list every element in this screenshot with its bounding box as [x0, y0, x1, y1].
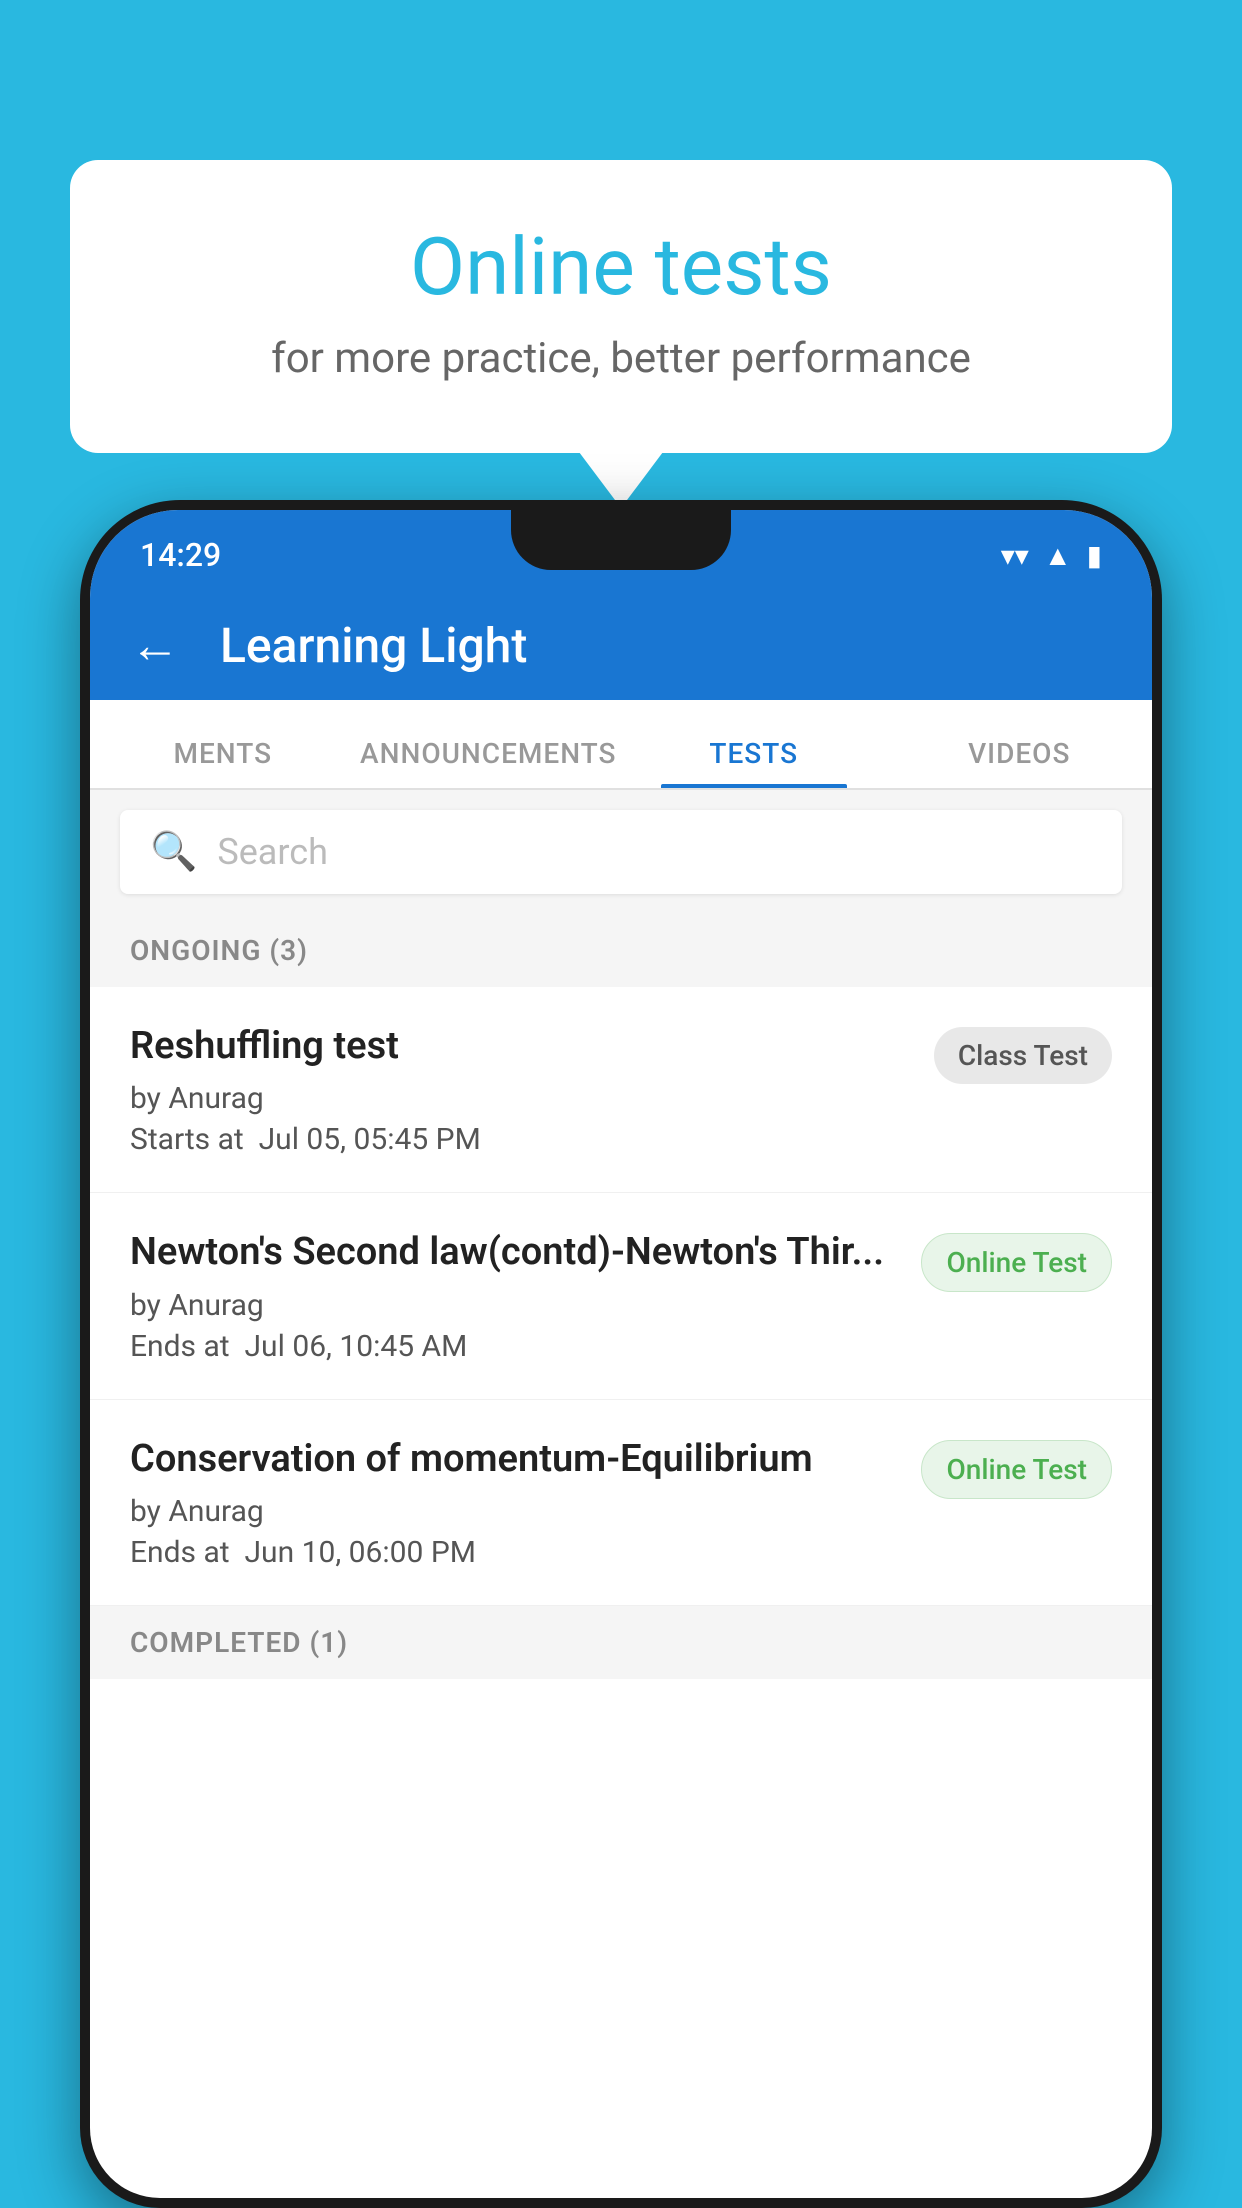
test-name-2: Newton's Second law(contd)-Newton's Thir…: [130, 1228, 901, 1277]
test-badge-2: Online Test: [921, 1233, 1112, 1292]
tabs-bar: MENTS ANNOUNCEMENTS TESTS VIDEOS: [90, 700, 1152, 790]
tab-ments[interactable]: MENTS: [90, 737, 356, 788]
notch: [511, 510, 731, 570]
status-time: 14:29: [140, 536, 221, 574]
status-icons: ▾▾ ▲ ▮: [1001, 539, 1102, 572]
test-name-1: Reshuffling test: [130, 1022, 914, 1071]
tab-tests[interactable]: TESTS: [621, 737, 887, 788]
test-date-1: Starts at Jul 05, 05:45 PM: [130, 1122, 914, 1157]
app-bar: ← Learning Light: [90, 590, 1152, 700]
phone-frame: 14:29 ▾▾ ▲ ▮ ← Learning Light MENTS ANNO…: [80, 500, 1162, 2208]
test-info-1: Reshuffling test by Anurag Starts at Jul…: [130, 1022, 914, 1157]
test-info-2: Newton's Second law(contd)-Newton's Thir…: [130, 1228, 901, 1363]
tab-videos[interactable]: VIDEOS: [887, 737, 1153, 788]
signal-icon: ▲: [1044, 539, 1072, 572]
app-title: Learning Light: [220, 617, 527, 674]
wifi-icon: ▾▾: [1001, 539, 1029, 572]
bubble-subtitle: for more practice, better performance: [150, 334, 1092, 383]
bubble-title: Online tests: [150, 220, 1092, 314]
test-date-2: Ends at Jul 06, 10:45 AM: [130, 1329, 901, 1364]
list-item[interactable]: Newton's Second law(contd)-Newton's Thir…: [90, 1193, 1152, 1399]
test-author-1: by Anurag: [130, 1081, 914, 1116]
list-item[interactable]: Reshuffling test by Anurag Starts at Jul…: [90, 987, 1152, 1193]
ongoing-section-header: ONGOING (3): [90, 914, 1152, 987]
completed-section-header: COMPLETED (1): [90, 1606, 1152, 1679]
search-placeholder: Search: [217, 831, 328, 873]
test-author-2: by Anurag: [130, 1288, 901, 1323]
battery-icon: ▮: [1087, 539, 1102, 572]
test-badge-1: Class Test: [934, 1027, 1112, 1084]
tab-announcements[interactable]: ANNOUNCEMENTS: [356, 737, 622, 788]
list-item[interactable]: Conservation of momentum-Equilibrium by …: [90, 1400, 1152, 1606]
search-container: 🔍 Search: [90, 790, 1152, 914]
test-date-3: Ends at Jun 10, 06:00 PM: [130, 1535, 901, 1570]
test-badge-3: Online Test: [921, 1440, 1112, 1499]
test-author-3: by Anurag: [130, 1494, 901, 1529]
search-bar[interactable]: 🔍 Search: [120, 810, 1122, 894]
search-icon: 🔍: [150, 830, 197, 874]
test-info-3: Conservation of momentum-Equilibrium by …: [130, 1435, 901, 1570]
test-name-3: Conservation of momentum-Equilibrium: [130, 1435, 901, 1484]
speech-bubble: Online tests for more practice, better p…: [70, 160, 1172, 453]
phone-inner: 14:29 ▾▾ ▲ ▮ ← Learning Light MENTS ANNO…: [90, 510, 1152, 2198]
back-button[interactable]: ←: [130, 616, 180, 675]
